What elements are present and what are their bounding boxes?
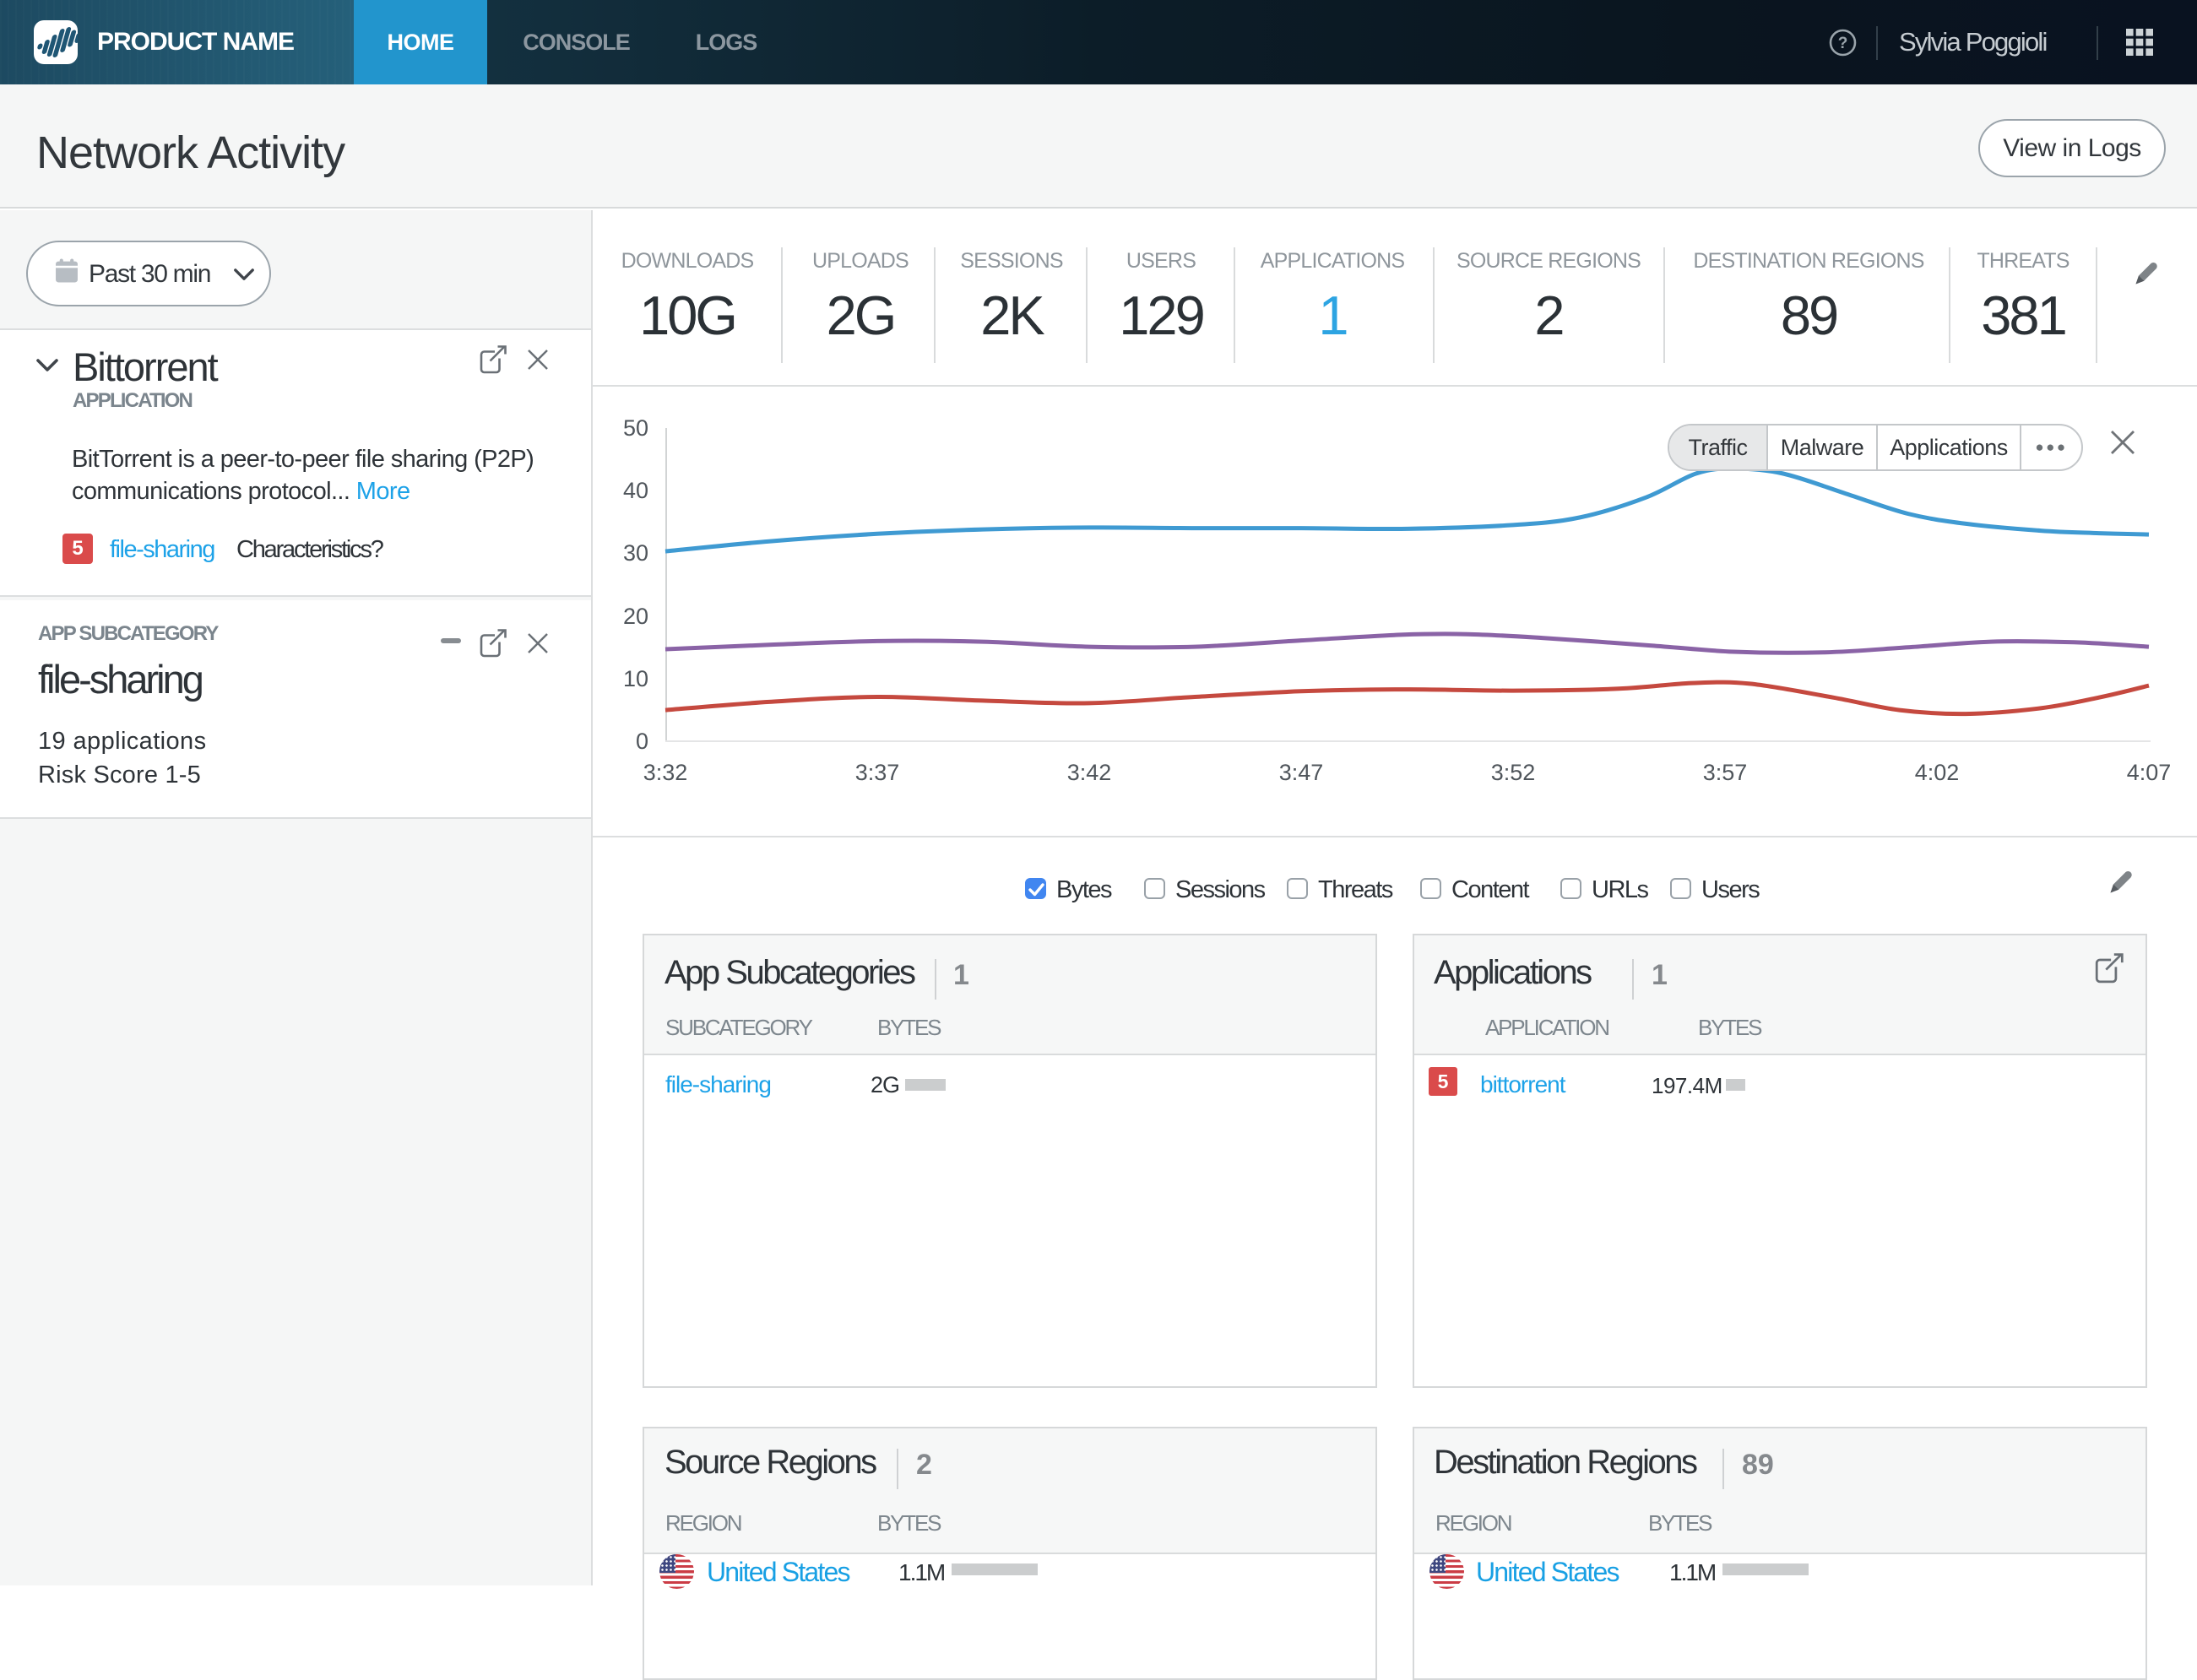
svg-text:3:32: 3:32 [643, 760, 688, 785]
svg-text:40: 40 [623, 478, 648, 503]
svg-text:4:02: 4:02 [1915, 760, 1960, 785]
svg-text:10: 10 [623, 666, 648, 691]
svg-text:?: ? [1838, 35, 1848, 52]
svg-text:3:42: 3:42 [1067, 760, 1112, 785]
svg-text:3:52: 3:52 [1491, 760, 1536, 785]
svg-text:4:07: 4:07 [2127, 760, 2172, 785]
svg-text:0: 0 [636, 729, 648, 754]
svg-text:3:37: 3:37 [855, 760, 900, 785]
svg-text:50: 50 [623, 415, 648, 441]
svg-text:3:47: 3:47 [1279, 760, 1324, 785]
svg-text:20: 20 [623, 604, 648, 629]
svg-text:3:57: 3:57 [1703, 760, 1748, 785]
svg-text:30: 30 [623, 540, 648, 566]
